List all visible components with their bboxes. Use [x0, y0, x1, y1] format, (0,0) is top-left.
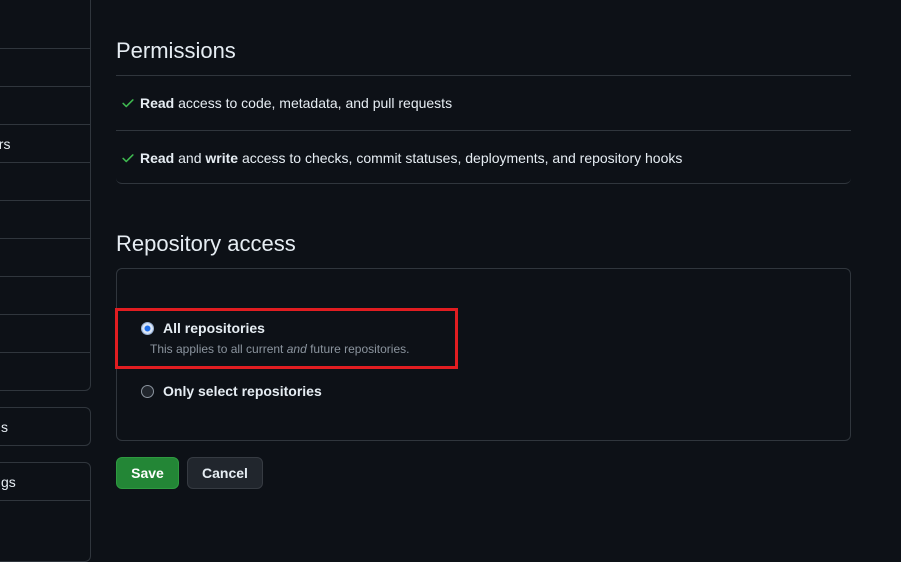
sidebar-item[interactable] — [0, 353, 90, 391]
check-icon — [116, 151, 140, 165]
option-label: All repositories — [163, 320, 265, 336]
permission-level: write — [205, 150, 239, 166]
sidebar-group: s ers s — [0, 0, 91, 391]
check-icon — [116, 96, 140, 110]
sidebar-item[interactable]: ers — [0, 125, 90, 163]
permission-level: Read — [140, 95, 175, 111]
sidebar-item[interactable] — [0, 277, 90, 315]
settings-sidebar: s ers s s gs — [0, 0, 92, 562]
only-select-repositories-radio[interactable] — [141, 385, 154, 398]
permission-level: Read — [140, 150, 175, 166]
cancel-button[interactable]: Cancel — [187, 457, 263, 489]
sidebar-item[interactable] — [0, 87, 90, 125]
option-label: Only select repositories — [163, 383, 322, 399]
only-select-repositories-option[interactable]: Only select repositories — [141, 383, 322, 399]
permissions-list: Read access to code, metadata, and pull … — [116, 75, 851, 184]
permission-conjunction: and — [174, 150, 206, 166]
sidebar-item[interactable] — [0, 501, 90, 539]
sidebar-item[interactable] — [0, 201, 90, 239]
sidebar-item-label: ers — [0, 136, 11, 152]
permission-row: Read access to code, metadata, and pull … — [116, 76, 851, 130]
sidebar-item-label: s — [1, 419, 8, 435]
sidebar-item[interactable]: s — [0, 408, 90, 446]
sidebar-item[interactable] — [0, 315, 90, 353]
option-description-emphasis: and — [286, 342, 307, 356]
option-description-text: future repositories. — [306, 342, 410, 356]
permission-text: Read and write access to checks, commit … — [140, 150, 682, 166]
sidebar-item[interactable]: s — [0, 11, 90, 49]
permissions-heading: Permissions — [116, 38, 236, 63]
permission-scope: access to code, metadata, and pull reque… — [174, 95, 453, 111]
sidebar-item[interactable] — [0, 49, 90, 87]
sidebar-item[interactable] — [0, 239, 90, 277]
all-repositories-option[interactable]: All repositories This applies to all cur… — [141, 320, 409, 356]
permission-row: Read and write access to checks, commit … — [116, 130, 851, 185]
sidebar-group: gs — [0, 462, 91, 562]
all-repositories-radio[interactable] — [141, 322, 154, 335]
repository-access-box: All repositories This applies to all cur… — [116, 268, 851, 441]
sidebar-item-label: gs — [1, 474, 16, 490]
sidebar-group: s — [0, 407, 91, 446]
permission-text: Read access to code, metadata, and pull … — [140, 95, 452, 111]
sidebar-item[interactable]: s — [0, 163, 90, 201]
save-button[interactable]: Save — [116, 457, 179, 489]
sidebar-item[interactable]: gs — [0, 463, 90, 501]
repository-access-heading: Repository access — [116, 231, 296, 256]
option-description: This applies to all current and future r… — [150, 342, 409, 356]
permission-scope: access to checks, commit statuses, deplo… — [238, 150, 683, 166]
option-description-text: This applies to all current — [150, 342, 287, 356]
